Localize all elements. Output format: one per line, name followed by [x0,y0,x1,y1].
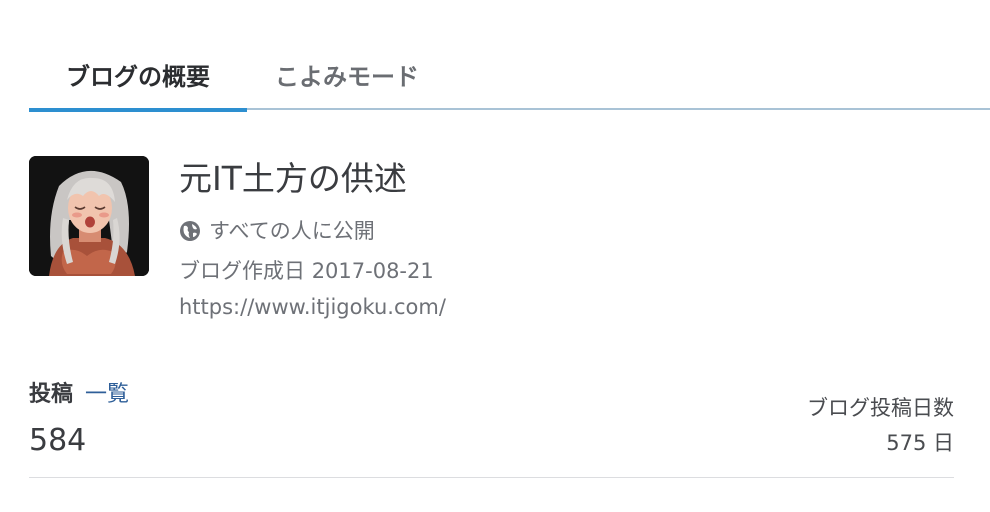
character-avatar-icon [29,156,149,276]
tab-bar: ブログの概要 こよみモード [29,38,990,112]
posts-heading: 投稿 一覧 [29,379,129,411]
globe-icon [180,221,200,241]
visibility-row: すべての人に公開 [179,216,375,246]
tab-calendar-mode[interactable]: こよみモード [247,38,447,110]
created-date: 2017-08-21 [311,259,434,283]
tab-blog-overview[interactable]: ブログの概要 [29,38,247,112]
blog-title[interactable]: 元IT土方の供述 [179,156,407,202]
blog-overview-page: ブログの概要 こよみモード 元IT土方の供述 すべての人に公開 ブログ作成日 2… [0,0,990,512]
post-days-label: ブログ投稿日数 [807,396,954,420]
posts-count: 584 [29,423,87,458]
posts-label: 投稿 [29,382,74,407]
posts-list-link[interactable]: 一覧 [85,382,129,407]
blog-avatar[interactable] [29,156,149,276]
created-row: ブログ作成日 2017-08-21 [179,256,434,286]
post-days-value: 575 日 [886,431,954,455]
created-label: ブログ作成日 [179,259,305,283]
divider [29,477,954,478]
blog-url-link[interactable]: https://www.itjigoku.com/ [179,292,446,322]
visibility-text: すべての人に公開 [209,219,375,243]
